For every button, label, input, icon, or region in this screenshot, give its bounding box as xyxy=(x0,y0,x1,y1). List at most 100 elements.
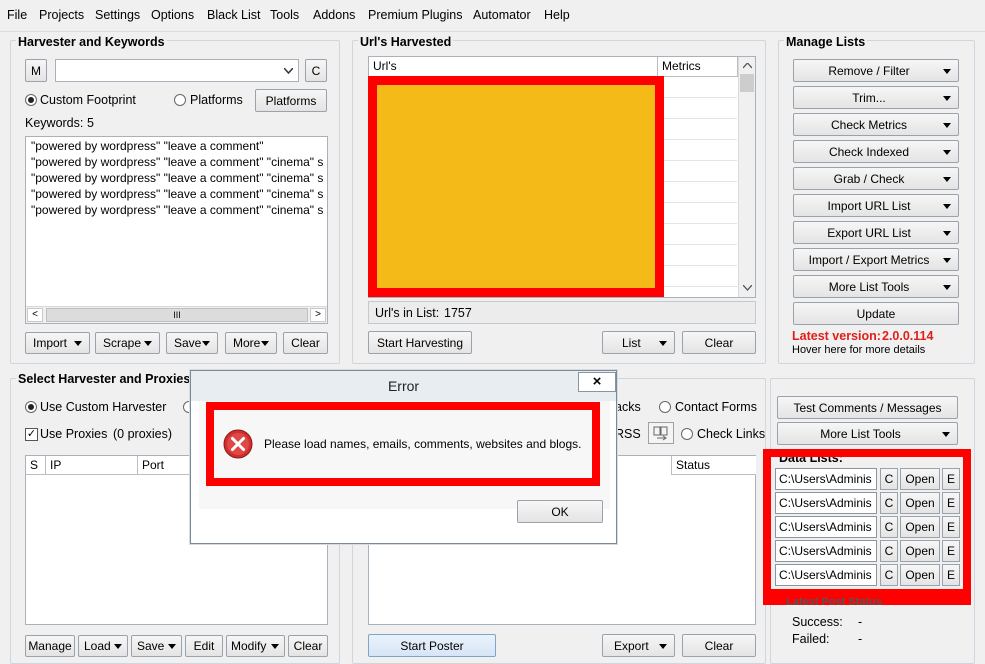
clear-urls-button[interactable]: Clear xyxy=(682,331,756,354)
load-proxies-label: Load xyxy=(84,639,111,653)
scroll-thumb[interactable]: III xyxy=(46,308,308,322)
latest-version-value: 2.0.0.114 xyxy=(882,329,934,343)
scroll-right-icon[interactable]: > xyxy=(310,308,326,322)
menu-projects[interactable]: Projects xyxy=(39,8,84,22)
list-button-label: List xyxy=(622,335,641,350)
test-comments-button[interactable]: Test Comments / Messages xyxy=(777,396,958,419)
check-indexed-button[interactable]: Check Indexed xyxy=(793,140,959,163)
radio-custom-footprint-label: Custom Footprint xyxy=(40,93,136,107)
menu-help[interactable]: Help xyxy=(544,8,570,22)
failed-value: - xyxy=(858,632,863,646)
radio-custom-footprint[interactable] xyxy=(25,94,37,106)
grab-check-label: Grab / Check xyxy=(833,171,905,186)
menu-addons[interactable]: Addons xyxy=(313,8,355,22)
failed-label: Failed: xyxy=(792,632,830,646)
remove-filter-button[interactable]: Remove / Filter xyxy=(793,59,959,82)
close-icon[interactable]: × xyxy=(578,372,616,392)
menu-tools[interactable]: Tools xyxy=(270,8,299,22)
check-indexed-label: Check Indexed xyxy=(828,144,910,159)
more-list-tools-2-button[interactable]: More List Tools xyxy=(777,422,958,445)
import-button[interactable]: Import xyxy=(25,332,90,354)
radio-platforms[interactable] xyxy=(174,94,186,106)
copy-icon[interactable] xyxy=(648,422,674,444)
col-metrics-header[interactable]: Metrics xyxy=(658,57,738,77)
import-export-metrics-button[interactable]: Import / Export Metrics xyxy=(793,248,959,271)
save-button[interactable]: Save xyxy=(166,332,218,354)
c-button[interactable]: C xyxy=(305,59,327,82)
horizontal-scrollbar[interactable]: < III > xyxy=(26,306,327,323)
radio-check-links[interactable] xyxy=(681,428,693,440)
edit-proxies-button[interactable]: Edit xyxy=(185,635,223,657)
vertical-scrollbar[interactable] xyxy=(738,57,755,297)
col-ip-header[interactable]: IP xyxy=(46,456,138,475)
scrape-button[interactable]: Scrape xyxy=(95,332,160,354)
error-dialog: Error × Please load names, emails, comme… xyxy=(190,370,617,544)
keyword-item[interactable]: "powered by wordpress" "leave a comment"… xyxy=(31,171,323,185)
trim-button[interactable]: Trim... xyxy=(793,86,959,109)
radio-custom-harvester[interactable] xyxy=(25,401,37,413)
more-list-tools-2-label: More List Tools xyxy=(820,426,901,441)
menu-settings[interactable]: Settings xyxy=(95,8,140,22)
highlight-data-lists-bottom xyxy=(763,589,971,597)
use-proxies-checkbox[interactable]: ✓ xyxy=(25,428,38,441)
option-rss-label: RSS xyxy=(615,427,641,441)
menu-options[interactable]: Options xyxy=(151,8,194,22)
import-url-list-label: Import URL List xyxy=(827,198,911,213)
keyword-item[interactable]: "powered by wordpress" "leave a comment" xyxy=(31,139,263,153)
scroll-up-icon[interactable] xyxy=(743,63,752,69)
export-button[interactable]: Export xyxy=(602,634,675,657)
more-list-tools-label: More List Tools xyxy=(828,279,910,294)
ok-button[interactable]: OK xyxy=(517,500,603,523)
start-harvesting-button[interactable]: Start Harvesting xyxy=(368,331,472,354)
keyword-item[interactable]: "powered by wordpress" "leave a comment"… xyxy=(31,187,323,201)
import-button-label: Import xyxy=(33,336,68,350)
keywords-list[interactable]: "powered by wordpress" "leave a comment"… xyxy=(25,136,328,324)
col-urls-header[interactable]: Url's xyxy=(369,57,658,77)
check-metrics-button[interactable]: Check Metrics xyxy=(793,113,959,136)
import-url-list-button[interactable]: Import URL List xyxy=(793,194,959,217)
clear-keywords-button[interactable]: Clear xyxy=(283,332,328,354)
chevron-down-icon xyxy=(271,644,279,649)
radio-custom-harvester-label: Use Custom Harvester xyxy=(40,400,167,414)
keyword-item[interactable]: "powered by wordpress" "leave a comment"… xyxy=(31,203,323,217)
export-url-list-button[interactable]: Export URL List xyxy=(793,221,959,244)
menu-automator[interactable]: Automator xyxy=(473,8,531,22)
harvester-title: Harvester and Keywords xyxy=(16,35,167,49)
platforms-button[interactable]: Platforms xyxy=(255,89,327,112)
clear-poster-button[interactable]: Clear xyxy=(682,634,756,657)
trim-label: Trim... xyxy=(852,90,886,105)
scroll-thumb[interactable] xyxy=(740,74,754,92)
radio-contact-forms[interactable] xyxy=(659,401,671,413)
menu-premium-plugins[interactable]: Premium Plugins xyxy=(368,8,462,22)
save-button-label: Save xyxy=(174,336,202,350)
more-button-label: More xyxy=(233,336,261,350)
start-poster-button[interactable]: Start Poster xyxy=(368,634,496,657)
modify-proxies-label: Modify xyxy=(231,639,267,653)
chevron-down-icon xyxy=(74,341,82,346)
clear-proxies-button[interactable]: Clear xyxy=(288,635,328,657)
col-s-header[interactable]: S xyxy=(26,456,46,475)
radio-platforms-label: Platforms xyxy=(190,93,243,107)
save-proxies-button[interactable]: Save xyxy=(131,635,182,657)
more-button[interactable]: More xyxy=(225,332,277,354)
m-button[interactable]: M xyxy=(25,59,47,82)
radio-contact-forms-label: Contact Forms xyxy=(675,400,757,414)
hover-details-link[interactable]: Hover here for more details xyxy=(792,344,925,356)
list-button[interactable]: List xyxy=(602,331,675,354)
scroll-left-icon[interactable]: < xyxy=(27,308,43,322)
menu-black-list[interactable]: Black List xyxy=(207,8,261,22)
manage-proxies-button[interactable]: Manage xyxy=(25,635,75,657)
harvester-dropdown[interactable] xyxy=(55,59,299,82)
chevron-down-icon xyxy=(168,644,176,649)
load-proxies-button[interactable]: Load xyxy=(78,635,128,657)
grab-check-button[interactable]: Grab / Check xyxy=(793,167,959,190)
modify-proxies-button[interactable]: Modify xyxy=(226,635,285,657)
keyword-item[interactable]: "powered by wordpress" "leave a comment"… xyxy=(31,155,323,169)
chevron-down-icon xyxy=(943,122,951,128)
menu-file[interactable]: File xyxy=(7,8,27,22)
chevron-down-icon xyxy=(943,230,951,236)
col-status-header[interactable]: Status xyxy=(671,456,756,475)
update-button[interactable]: Update xyxy=(793,302,959,325)
more-list-tools-button[interactable]: More List Tools xyxy=(793,275,959,298)
scroll-down-icon[interactable] xyxy=(743,285,752,291)
